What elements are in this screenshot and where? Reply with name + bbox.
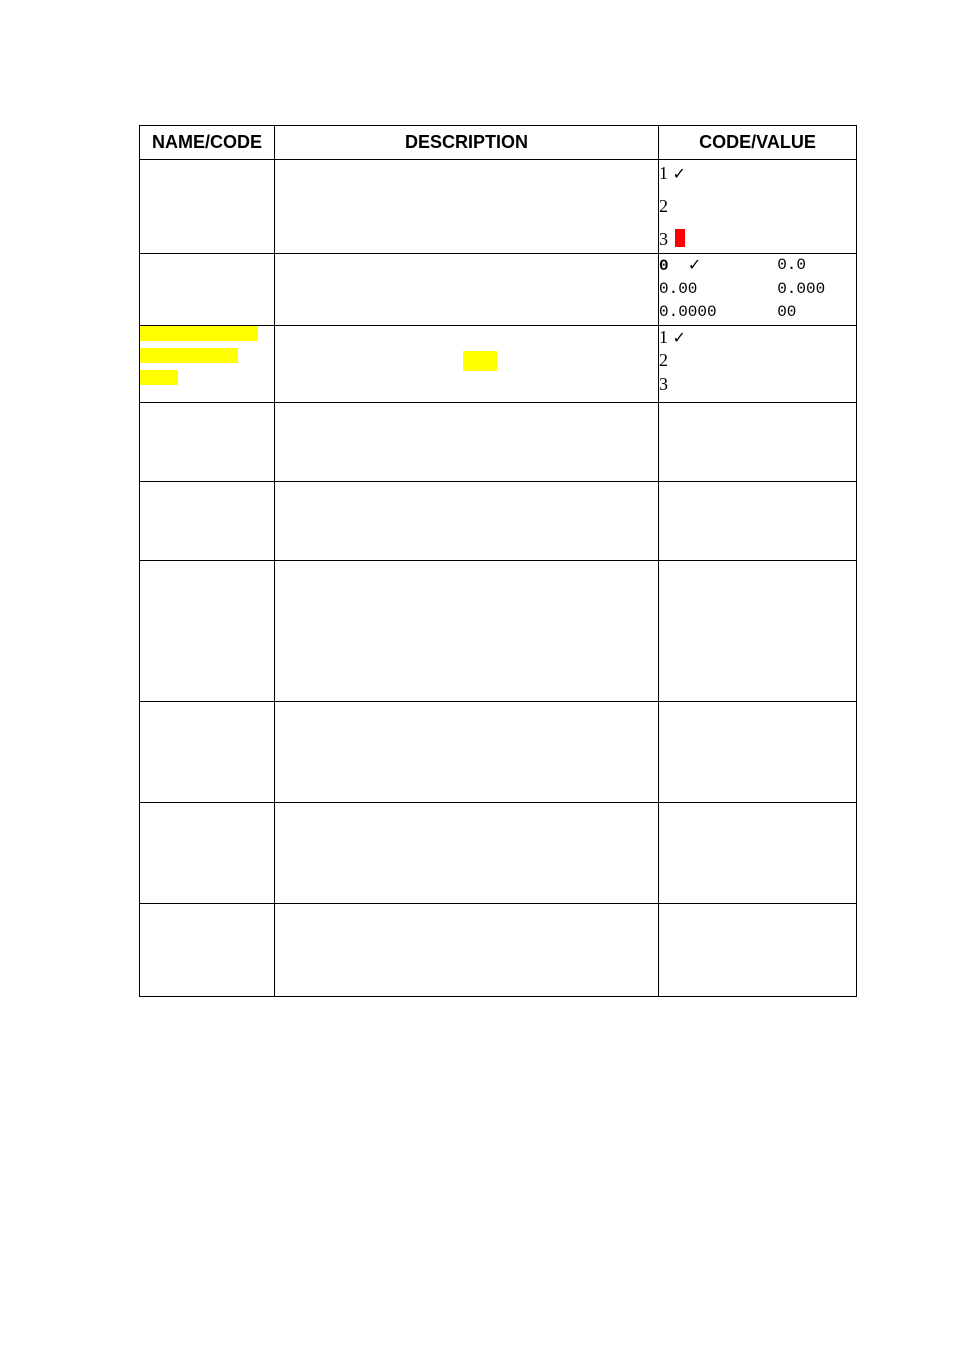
cell-value: 1 ✓ 2 3 <box>659 325 857 402</box>
check-icon: ✓ <box>673 166 686 183</box>
cell-value <box>659 701 857 802</box>
cell-name <box>140 254 275 326</box>
cell-name <box>140 903 275 996</box>
cell-value <box>659 481 857 560</box>
value-b3: 00 <box>777 301 856 324</box>
value-b2: 0.000 <box>777 278 856 301</box>
cell-desc <box>275 325 659 402</box>
value-line-2: 2 <box>659 349 856 372</box>
highlight-bar <box>140 370 178 385</box>
cell-desc <box>275 560 659 701</box>
value-grid: 0 ✓ 0.0 0.00 0.000 0.0000 00 <box>659 254 856 325</box>
value-num: 2 <box>659 350 668 370</box>
cell-value <box>659 560 857 701</box>
cell-name <box>140 160 275 254</box>
cell-value: 0 ✓ 0.0 0.00 0.000 0.0000 00 <box>659 254 857 326</box>
cell-desc <box>275 903 659 996</box>
cell-desc <box>275 481 659 560</box>
value-num: 2 <box>659 196 668 216</box>
value-a2: 0.00 <box>659 278 777 301</box>
cell-name <box>140 560 275 701</box>
table-row <box>140 701 857 802</box>
cell-value <box>659 903 857 996</box>
header-desc: DESCRIPTION <box>275 126 659 160</box>
value-line-3: 3 <box>659 373 856 396</box>
table-row <box>140 903 857 996</box>
cell-desc <box>275 160 659 254</box>
table-row: 0 ✓ 0.0 0.00 0.000 0.0000 00 <box>140 254 857 326</box>
value-line-2: 2 <box>659 193 856 220</box>
table-row <box>140 560 857 701</box>
value-num: 3 <box>659 374 668 394</box>
table-row <box>140 481 857 560</box>
value-num: 1 <box>659 163 668 183</box>
cell-name <box>140 325 275 402</box>
cell-desc <box>275 402 659 481</box>
highlight-bar <box>140 326 258 341</box>
spec-table: NAME/CODE DESCRIPTION CODE/VALUE 1 ✓ 2 <box>139 125 857 997</box>
value-a1: 0 ✓ <box>659 254 777 278</box>
cell-value <box>659 402 857 481</box>
cell-desc <box>275 802 659 903</box>
cell-value <box>659 802 857 903</box>
check-icon: ✓ <box>673 330 686 347</box>
table-row <box>140 802 857 903</box>
value-num: 3 <box>659 229 668 249</box>
cell-name <box>140 802 275 903</box>
cell-desc <box>275 701 659 802</box>
highlight-bar <box>463 351 497 371</box>
header-value: CODE/VALUE <box>659 126 857 160</box>
value-num: 1 <box>659 327 668 347</box>
table-row <box>140 402 857 481</box>
cell-name <box>140 402 275 481</box>
document-page: NAME/CODE DESCRIPTION CODE/VALUE 1 ✓ 2 <box>0 0 954 1350</box>
table-row: 1 ✓ 2 3 <box>140 325 857 402</box>
cell-name <box>140 701 275 802</box>
value-line-1: 1 ✓ <box>659 160 856 187</box>
value-a3: 0.0000 <box>659 301 777 324</box>
table-row: 1 ✓ 2 3 <box>140 160 857 254</box>
value-line-3: 3 <box>659 226 856 253</box>
cell-desc <box>275 254 659 326</box>
highlight-bar <box>140 348 238 363</box>
value-b1: 0.0 <box>777 254 856 278</box>
header-name: NAME/CODE <box>140 126 275 160</box>
cell-value: 1 ✓ 2 3 <box>659 160 857 254</box>
cell-name <box>140 481 275 560</box>
red-marker <box>675 229 685 247</box>
table-header-row: NAME/CODE DESCRIPTION CODE/VALUE <box>140 126 857 160</box>
value-line-1: 1 ✓ <box>659 326 856 350</box>
